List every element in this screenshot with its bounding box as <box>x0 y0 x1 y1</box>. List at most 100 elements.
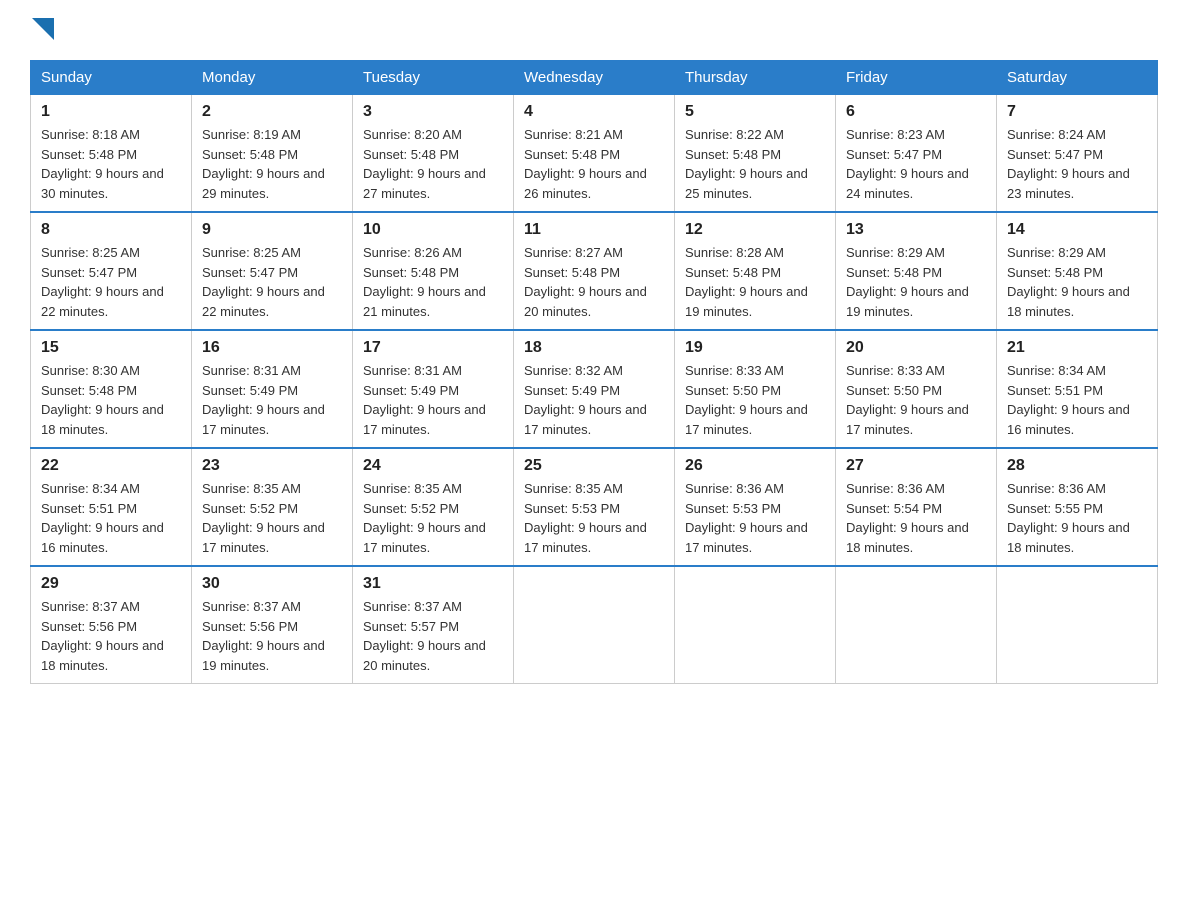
day-sunrise: Sunrise: 8:18 AM <box>41 127 140 142</box>
weekday-header-saturday: Saturday <box>997 61 1158 95</box>
day-number: 5 <box>685 103 825 121</box>
day-sunrise: Sunrise: 8:27 AM <box>524 245 623 260</box>
day-daylight: Daylight: 9 hours and 21 minutes. <box>363 284 486 319</box>
calendar-week-row: 29 Sunrise: 8:37 AM Sunset: 5:56 PM Dayl… <box>31 566 1158 684</box>
calendar-week-row: 22 Sunrise: 8:34 AM Sunset: 5:51 PM Dayl… <box>31 448 1158 566</box>
day-number: 4 <box>524 103 664 121</box>
day-number: 23 <box>202 457 342 475</box>
day-number: 30 <box>202 575 342 593</box>
day-sunrise: Sunrise: 8:28 AM <box>685 245 784 260</box>
calendar-week-row: 1 Sunrise: 8:18 AM Sunset: 5:48 PM Dayli… <box>31 95 1158 213</box>
day-sunset: Sunset: 5:50 PM <box>685 383 781 398</box>
calendar-cell <box>997 566 1158 684</box>
day-sunset: Sunset: 5:47 PM <box>846 147 942 162</box>
calendar-cell: 9 Sunrise: 8:25 AM Sunset: 5:47 PM Dayli… <box>192 212 353 330</box>
day-number: 17 <box>363 339 503 357</box>
day-number: 7 <box>1007 103 1147 121</box>
day-sunrise: Sunrise: 8:33 AM <box>846 363 945 378</box>
day-sunrise: Sunrise: 8:26 AM <box>363 245 462 260</box>
day-sunrise: Sunrise: 8:36 AM <box>846 481 945 496</box>
calendar-week-row: 15 Sunrise: 8:30 AM Sunset: 5:48 PM Dayl… <box>31 330 1158 448</box>
day-sunrise: Sunrise: 8:25 AM <box>202 245 301 260</box>
day-daylight: Daylight: 9 hours and 20 minutes. <box>524 284 647 319</box>
day-number: 9 <box>202 221 342 239</box>
day-daylight: Daylight: 9 hours and 17 minutes. <box>202 520 325 555</box>
day-sunset: Sunset: 5:48 PM <box>41 147 137 162</box>
calendar-cell: 29 Sunrise: 8:37 AM Sunset: 5:56 PM Dayl… <box>31 566 192 684</box>
day-daylight: Daylight: 9 hours and 17 minutes. <box>363 402 486 437</box>
weekday-header-sunday: Sunday <box>31 61 192 95</box>
day-daylight: Daylight: 9 hours and 19 minutes. <box>846 284 969 319</box>
calendar-cell: 10 Sunrise: 8:26 AM Sunset: 5:48 PM Dayl… <box>353 212 514 330</box>
day-number: 11 <box>524 221 664 239</box>
day-number: 14 <box>1007 221 1147 239</box>
day-sunrise: Sunrise: 8:35 AM <box>202 481 301 496</box>
day-number: 16 <box>202 339 342 357</box>
day-sunset: Sunset: 5:48 PM <box>363 265 459 280</box>
day-number: 8 <box>41 221 181 239</box>
calendar-cell: 3 Sunrise: 8:20 AM Sunset: 5:48 PM Dayli… <box>353 95 514 213</box>
day-sunrise: Sunrise: 8:32 AM <box>524 363 623 378</box>
day-number: 28 <box>1007 457 1147 475</box>
day-sunrise: Sunrise: 8:34 AM <box>41 481 140 496</box>
day-sunset: Sunset: 5:49 PM <box>524 383 620 398</box>
day-daylight: Daylight: 9 hours and 16 minutes. <box>1007 402 1130 437</box>
day-sunset: Sunset: 5:47 PM <box>1007 147 1103 162</box>
weekday-header-thursday: Thursday <box>675 61 836 95</box>
day-daylight: Daylight: 9 hours and 17 minutes. <box>685 520 808 555</box>
calendar-cell: 20 Sunrise: 8:33 AM Sunset: 5:50 PM Dayl… <box>836 330 997 448</box>
day-sunset: Sunset: 5:48 PM <box>363 147 459 162</box>
day-sunset: Sunset: 5:48 PM <box>202 147 298 162</box>
calendar-cell: 16 Sunrise: 8:31 AM Sunset: 5:49 PM Dayl… <box>192 330 353 448</box>
day-daylight: Daylight: 9 hours and 23 minutes. <box>1007 166 1130 201</box>
day-daylight: Daylight: 9 hours and 17 minutes. <box>202 402 325 437</box>
calendar-cell: 17 Sunrise: 8:31 AM Sunset: 5:49 PM Dayl… <box>353 330 514 448</box>
day-sunrise: Sunrise: 8:31 AM <box>363 363 462 378</box>
day-sunrise: Sunrise: 8:29 AM <box>846 245 945 260</box>
day-number: 20 <box>846 339 986 357</box>
day-sunrise: Sunrise: 8:21 AM <box>524 127 623 142</box>
calendar-cell: 24 Sunrise: 8:35 AM Sunset: 5:52 PM Dayl… <box>353 448 514 566</box>
day-sunset: Sunset: 5:53 PM <box>524 501 620 516</box>
day-number: 15 <box>41 339 181 357</box>
day-number: 12 <box>685 221 825 239</box>
day-sunset: Sunset: 5:56 PM <box>202 619 298 634</box>
day-sunset: Sunset: 5:55 PM <box>1007 501 1103 516</box>
calendar-cell: 22 Sunrise: 8:34 AM Sunset: 5:51 PM Dayl… <box>31 448 192 566</box>
day-sunrise: Sunrise: 8:33 AM <box>685 363 784 378</box>
weekday-header-tuesday: Tuesday <box>353 61 514 95</box>
calendar-cell: 12 Sunrise: 8:28 AM Sunset: 5:48 PM Dayl… <box>675 212 836 330</box>
day-sunset: Sunset: 5:51 PM <box>41 501 137 516</box>
day-sunset: Sunset: 5:48 PM <box>685 147 781 162</box>
day-number: 3 <box>363 103 503 121</box>
day-sunset: Sunset: 5:47 PM <box>41 265 137 280</box>
day-number: 24 <box>363 457 503 475</box>
day-number: 10 <box>363 221 503 239</box>
day-daylight: Daylight: 9 hours and 18 minutes. <box>1007 284 1130 319</box>
day-number: 21 <box>1007 339 1147 357</box>
day-daylight: Daylight: 9 hours and 17 minutes. <box>685 402 808 437</box>
day-sunset: Sunset: 5:51 PM <box>1007 383 1103 398</box>
calendar-cell: 18 Sunrise: 8:32 AM Sunset: 5:49 PM Dayl… <box>514 330 675 448</box>
day-sunset: Sunset: 5:50 PM <box>846 383 942 398</box>
calendar-cell: 1 Sunrise: 8:18 AM Sunset: 5:48 PM Dayli… <box>31 95 192 213</box>
calendar-cell <box>675 566 836 684</box>
logo <box>30 20 54 40</box>
calendar-cell: 8 Sunrise: 8:25 AM Sunset: 5:47 PM Dayli… <box>31 212 192 330</box>
weekday-header-friday: Friday <box>836 61 997 95</box>
day-daylight: Daylight: 9 hours and 17 minutes. <box>524 402 647 437</box>
day-daylight: Daylight: 9 hours and 18 minutes. <box>1007 520 1130 555</box>
day-number: 29 <box>41 575 181 593</box>
day-sunrise: Sunrise: 8:35 AM <box>524 481 623 496</box>
day-daylight: Daylight: 9 hours and 17 minutes. <box>363 520 486 555</box>
day-daylight: Daylight: 9 hours and 30 minutes. <box>41 166 164 201</box>
calendar-cell: 21 Sunrise: 8:34 AM Sunset: 5:51 PM Dayl… <box>997 330 1158 448</box>
day-daylight: Daylight: 9 hours and 18 minutes. <box>41 638 164 673</box>
day-sunrise: Sunrise: 8:30 AM <box>41 363 140 378</box>
day-number: 22 <box>41 457 181 475</box>
day-daylight: Daylight: 9 hours and 22 minutes. <box>202 284 325 319</box>
day-sunset: Sunset: 5:52 PM <box>202 501 298 516</box>
day-daylight: Daylight: 9 hours and 16 minutes. <box>41 520 164 555</box>
day-sunrise: Sunrise: 8:31 AM <box>202 363 301 378</box>
calendar-week-row: 8 Sunrise: 8:25 AM Sunset: 5:47 PM Dayli… <box>31 212 1158 330</box>
